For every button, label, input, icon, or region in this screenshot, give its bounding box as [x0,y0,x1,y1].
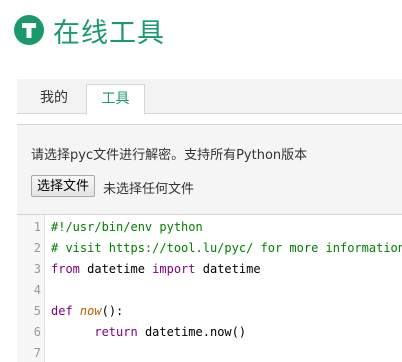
line-number: 7 [33,346,41,360]
code-editor[interactable]: 1 2 3 4 5 6 7 #!/usr/bin/env python # vi… [17,214,402,362]
keyword-from: from [51,262,80,276]
app-title: 在线工具 [53,17,165,49]
return-expression: datetime.now() [137,325,247,339]
line-number: 4 [33,283,41,297]
tab-bar: 我的 工具 [17,79,402,115]
line-number: 1 [33,220,41,234]
app-header: 在线工具 [14,12,165,49]
function-signature: (): [101,304,124,318]
tab-tools[interactable]: 工具 [86,84,145,115]
upload-hint: 请选择pyc文件进行解密。支持所有Python版本 [31,148,308,163]
upload-panel: 请选择pyc文件进行解密。支持所有Python版本 选择文件 未选择任何文件 [17,124,402,215]
line-gutter: 1 2 3 4 5 6 7 [17,215,45,362]
code-line-def: def now(): [51,301,123,322]
line-number: 2 [33,241,41,255]
code-line-import: from datetime import datetime [51,259,261,280]
import-name: datetime [195,262,261,276]
keyword-return: return [94,325,138,339]
code-line-return: return datetime.now() [51,322,246,343]
code-line-comment: # visit https://tool.lu/pyc/ for more in… [51,241,402,255]
tab-mine[interactable]: 我的 [27,84,81,113]
choose-file-button[interactable]: 选择文件 [31,175,96,197]
line-number: 3 [33,262,41,276]
tool-logo-icon [14,15,44,45]
module-name: datetime [79,262,153,276]
function-name: now [79,304,102,318]
keyword-def: def [51,304,73,318]
line-number: 5 [33,304,41,318]
file-status: 未选择任何文件 [103,182,195,197]
line-number: 6 [33,325,41,339]
code-line-shebang: #!/usr/bin/env python [51,220,203,234]
keyword-import: import [152,262,196,276]
